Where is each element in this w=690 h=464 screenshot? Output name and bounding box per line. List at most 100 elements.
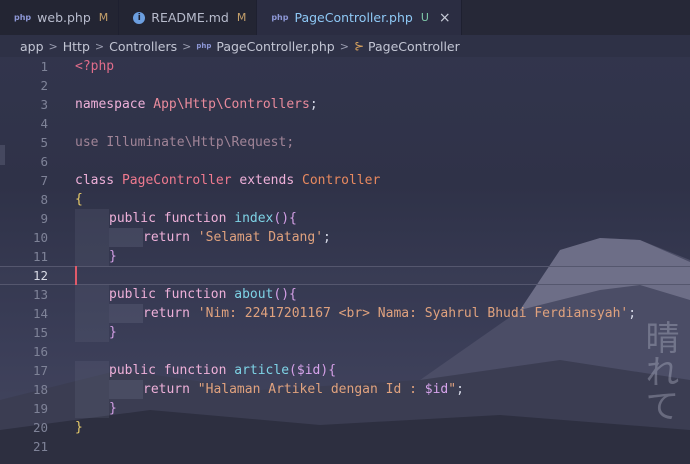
line-number: 15 — [32, 325, 48, 340]
tab-bar: php web.php M i README.md M php PageCont… — [0, 0, 690, 35]
line-number: 17 — [32, 363, 48, 378]
modified-badge: M — [98, 11, 109, 24]
code-line[interactable]: 15} — [0, 323, 690, 342]
code-line[interactable]: 18 return "Halaman Artikel dengan Id : $i… — [0, 380, 690, 399]
line-number: 19 — [32, 401, 48, 416]
string-literal: 'Nim: 22417201167 <br> Nama: Syahrul Bhu… — [197, 306, 629, 321]
line-number: 4 — [40, 116, 48, 131]
tab-label: PageController.php — [294, 10, 413, 25]
modified-badge: M — [236, 11, 247, 24]
line-number: 3 — [40, 97, 48, 112]
line-number: 12 — [32, 268, 48, 283]
parameter: $id — [296, 363, 321, 378]
text-cursor — [75, 266, 77, 285]
close-icon[interactable]: × — [439, 10, 451, 26]
indent-guide — [75, 323, 109, 342]
code-line[interactable]: 17 public function article($id){ — [0, 361, 690, 380]
code-line[interactable]: 3 namespace App\Http\Controllers; — [0, 95, 690, 114]
indent-guide — [109, 228, 143, 247]
code-line[interactable]: 6 — [0, 152, 690, 171]
string-literal: "Halaman Artikel dengan Id : — [197, 382, 425, 397]
line-number: 7 — [40, 173, 48, 188]
line-number: 9 — [40, 211, 48, 226]
indent-guide — [75, 228, 109, 247]
function-name: article — [234, 363, 290, 378]
php-file-icon: php — [196, 42, 212, 50]
code-line[interactable]: 10 return 'Selamat Datang'; — [0, 228, 690, 247]
function-name: about — [234, 287, 274, 302]
tab-readme-md[interactable]: i README.md M — [119, 0, 258, 35]
brace: { — [75, 192, 83, 207]
code-line[interactable]: 11} — [0, 247, 690, 266]
line-number: 21 — [32, 439, 48, 454]
line-number: 6 — [40, 154, 48, 169]
indent-guide — [75, 209, 109, 228]
code-line[interactable]: 20} — [0, 418, 690, 437]
brace: } — [75, 420, 83, 435]
code-line[interactable]: 5 use Illuminate\Http\Request; — [0, 133, 690, 152]
tab-label: README.md — [151, 10, 229, 25]
code-line[interactable]: 9 public function index(){ — [0, 209, 690, 228]
chevron-right-icon: > — [182, 39, 192, 53]
code-line[interactable]: 13 public function about(){ — [0, 285, 690, 304]
function-name: index — [234, 211, 274, 226]
string-literal: 'Selamat Datang' — [197, 230, 324, 245]
class-icon: ⊱ — [353, 39, 364, 53]
line-number: 14 — [32, 306, 48, 321]
line-number: 1 — [40, 59, 48, 74]
code-line[interactable]: 21 — [0, 437, 690, 456]
indent-guide — [75, 361, 109, 380]
indent-guide — [75, 247, 109, 266]
keyword: namespace — [75, 97, 146, 112]
base-class-name: Controller — [302, 173, 381, 188]
chevron-right-icon: > — [48, 39, 58, 53]
indent-guide — [75, 304, 109, 323]
code-line[interactable]: 19} — [0, 399, 690, 418]
code-line-current[interactable]: 12 — [0, 266, 690, 285]
namespace-name: App\Http\Controllers — [153, 97, 310, 112]
interpolated-variable: $id — [424, 382, 449, 397]
tab-pagecontroller-php[interactable]: php PageController.php U × — [257, 0, 462, 35]
untracked-badge: U — [420, 11, 429, 24]
breadcrumb-item-file[interactable]: PageController.php — [216, 39, 334, 54]
code-line[interactable]: 1 <?php — [0, 57, 690, 76]
code-line[interactable]: 8{ — [0, 190, 690, 209]
line-number: 16 — [32, 344, 48, 359]
class-name: PageController — [121, 173, 232, 188]
chevron-right-icon: > — [94, 39, 105, 53]
line-number: 13 — [32, 287, 48, 302]
line-number: 2 — [40, 78, 48, 93]
code-line[interactable]: 14 return 'Nim: 22417201167 <br> Nama: Sy… — [0, 304, 690, 323]
breadcrumb-item-class[interactable]: PageController — [368, 39, 460, 54]
breadcrumb-item-controllers[interactable]: Controllers — [109, 39, 177, 54]
line-number: 8 — [40, 192, 48, 207]
line-number: 20 — [32, 420, 48, 435]
tab-web-php[interactable]: php web.php M — [0, 0, 120, 35]
code-line[interactable]: 7 class PageController extends Controller — [0, 171, 690, 190]
tab-bar-empty — [461, 0, 690, 35]
code-line[interactable]: 2 — [0, 76, 690, 95]
info-icon: i — [133, 11, 146, 24]
keyword: use — [75, 135, 99, 150]
indent-guide — [75, 380, 109, 399]
tab-label: web.php — [37, 10, 91, 25]
chevron-right-icon: > — [339, 39, 349, 53]
breadcrumb-item-http[interactable]: Http — [63, 39, 90, 54]
php-open-tag: <?php — [75, 59, 115, 74]
indent-guide — [75, 399, 109, 418]
keyword: extends — [239, 173, 295, 188]
indent-guide — [109, 380, 143, 399]
line-number: 5 — [40, 135, 48, 150]
php-file-icon: php — [14, 13, 32, 22]
line-number: 18 — [32, 382, 48, 397]
line-number: 10 — [32, 230, 48, 245]
code-editor[interactable]: 1 <?php 2 3 namespace App\Http\Controllers… — [0, 57, 690, 464]
breadcrumb-item-app[interactable]: app — [20, 39, 44, 54]
code-line[interactable]: 4 — [0, 114, 690, 133]
breadcrumb: app > Http > Controllers > php PageContr… — [0, 35, 690, 57]
import-name: Illuminate\Http\Request — [106, 135, 287, 150]
line-number: 11 — [32, 249, 48, 264]
indent-guide — [109, 304, 143, 323]
indent-guide — [75, 285, 109, 304]
code-line[interactable]: 16 — [0, 342, 690, 361]
